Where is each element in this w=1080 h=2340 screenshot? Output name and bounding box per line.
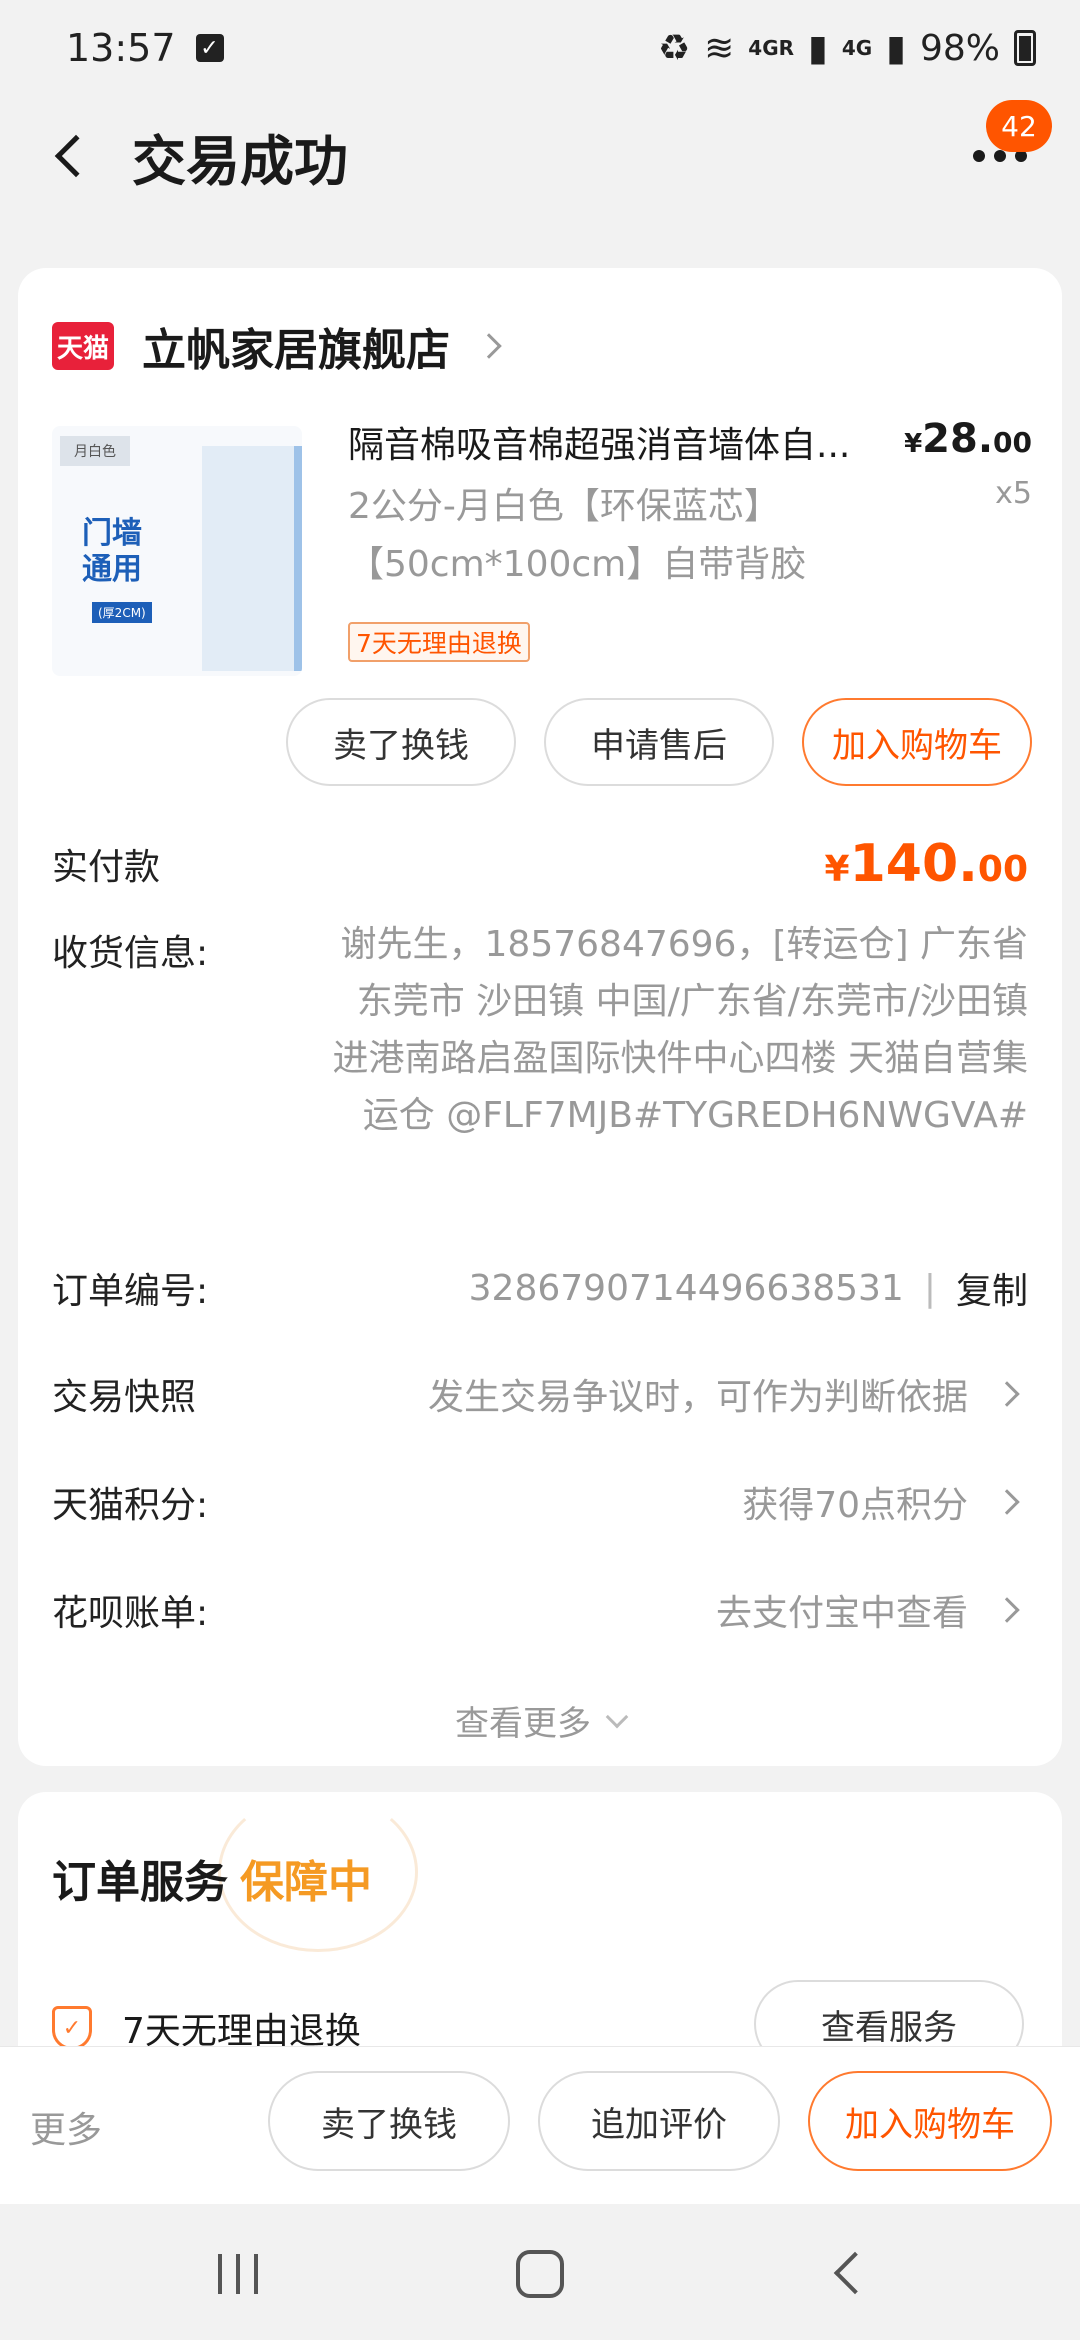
points-value: 获得70点积分 <box>742 1476 1028 1528</box>
more-dot <box>994 150 1006 162</box>
snapshot-row[interactable]: 交易快照 发生交易争议时，可作为判断依据 <box>52 1354 1028 1434</box>
page-title: 交易成功 <box>132 129 348 193</box>
huabei-value: 去支付宝中查看 <box>716 1584 1028 1636</box>
points-label: 天猫积分: <box>52 1485 209 1526</box>
chevron-right-icon <box>476 333 502 359</box>
price-yen: ¥ <box>904 429 923 459</box>
bottom-sell-button[interactable]: 卖了换钱 <box>268 2071 510 2171</box>
product-price: ¥28.00 <box>904 416 1032 462</box>
tmall-logo-icon: 天猫 <box>52 322 114 370</box>
snapshot-label: 交易快照 <box>52 1377 197 1418</box>
paid-int: 140. <box>849 834 978 894</box>
bottom-add-to-cart-button[interactable]: 加入购物车 <box>808 2071 1052 2171</box>
huabei-text: 去支付宝中查看 <box>715 1593 968 1634</box>
order-number-row: 订单编号: 3286790714496638531 | 复制 <box>52 1248 1028 1328</box>
recent-bar <box>218 2254 222 2294</box>
status-bar: 13:57 ✓ ♻ ≋ 4GR ▮ 4G ▮ 98% <box>0 0 1080 96</box>
product-spec: 2公分-月白色【环保蓝芯】【50cm*100cm】自带背胶 <box>348 486 807 585</box>
message-count-badge: 42 <box>986 100 1052 152</box>
service-status: 保障中 <box>240 1857 372 1908</box>
back-button[interactable] <box>20 106 120 206</box>
see-more-label: 查看更多 <box>455 1704 591 1744</box>
thumb-panel-image <box>202 446 302 671</box>
navbar: 交易成功 42 <box>0 96 1080 216</box>
system-back-button[interactable] <box>833 2251 877 2295</box>
order-card: 天猫 立帆家居旗舰店 月白色 门墙 通用 (厚2CM) 隔音棉吸音棉超强消音墙体… <box>18 268 1062 1766</box>
network-label-a: 4GR <box>748 36 795 60</box>
system-nav-bar <box>0 2204 1080 2340</box>
checkbox-notification-icon: ✓ <box>195 34 224 62</box>
recent-apps-button[interactable] <box>218 2254 258 2294</box>
snapshot-text: 发生交易争议时，可作为判断依据 <box>427 1377 968 1418</box>
after-sale-button[interactable]: 申请售后 <box>544 698 774 786</box>
chevron-right-icon <box>994 1489 1020 1515</box>
points-row[interactable]: 天猫积分: 获得70点积分 <box>52 1462 1028 1542</box>
paid-yen: ¥ <box>824 849 850 890</box>
shop-name: 立帆家居旗舰店 <box>142 325 450 376</box>
service-title: 订单服务 <box>52 1857 228 1908</box>
back-icon <box>54 134 98 178</box>
signal-icon-a: ▮ <box>808 27 828 69</box>
sell-button[interactable]: 卖了换钱 <box>286 698 516 786</box>
thumb-text: 门墙 通用 <box>82 516 142 587</box>
more-dots-icon <box>973 150 985 162</box>
recent-bar <box>236 2254 240 2294</box>
order-separator: | <box>923 1267 936 1309</box>
huabei-label: 花呗账单: <box>52 1593 209 1634</box>
see-more-button[interactable]: 查看更多 <box>18 1696 1062 1745</box>
order-number-label: 订单编号: <box>52 1271 209 1312</box>
signal-icon-b: ▮ <box>886 27 906 69</box>
battery-text: 98% <box>919 27 1000 69</box>
shipping-label: 收货信息: <box>52 933 209 974</box>
price-int: 28. <box>922 416 994 462</box>
product-title[interactable]: 隔音棉吸音棉超强消音墙体自... <box>348 416 868 468</box>
shipping-address: 谢先生，18576847696，[转运仓] 广东省 东莞市 沙田镇 中国/广东省… <box>332 924 1028 1136</box>
add-review-button[interactable]: 追加评价 <box>538 2071 780 2171</box>
product-thumbnail[interactable]: 月白色 门墙 通用 (厚2CM) <box>52 426 302 676</box>
home-button[interactable] <box>516 2250 564 2298</box>
order-number: 3286790714496638531 <box>468 1267 904 1309</box>
payment-label: 实付款 <box>52 847 161 888</box>
points-text: 获得70点积分 <box>742 1485 968 1526</box>
recycle-icon: ♻ <box>657 27 691 69</box>
huabei-row[interactable]: 花呗账单: 去支付宝中查看 <box>52 1570 1028 1650</box>
chevron-right-icon <box>994 1381 1020 1407</box>
snapshot-value: 发生交易争议时，可作为判断依据 <box>428 1368 1028 1420</box>
paid-amount: ¥140.00 <box>825 834 1028 894</box>
network-label-b: 4G <box>841 36 873 60</box>
bottom-action-bar: 更多 卖了换钱 追加评价 加入购物车 <box>0 2046 1080 2204</box>
status-icons: ♻ ≋ 4GR ▮ 4G ▮ 98% <box>658 28 1036 69</box>
price-cents: 00 <box>993 426 1032 459</box>
thumb-color-tag: 月白色 <box>60 436 130 466</box>
copy-order-button[interactable]: 复制 <box>956 1262 1028 1314</box>
paid-cents: 00 <box>977 849 1028 890</box>
return-policy-tag: 7天无理由退换 <box>348 622 530 662</box>
status-time: 13:57 <box>66 26 176 70</box>
chevron-down-icon <box>605 1705 629 1728</box>
order-number-value: 3286790714496638531 | 复制 <box>469 1262 1028 1314</box>
more-link[interactable]: 更多 <box>30 2101 102 2153</box>
wifi-icon: ≋ <box>704 27 735 69</box>
thumb-sub: (厚2CM) <box>92 602 152 623</box>
payment-row: 实付款 ¥140.00 <box>52 824 1028 904</box>
shield-check-icon: ✓ <box>52 2006 92 2050</box>
recent-bar <box>254 2254 258 2294</box>
product-quantity: x5 <box>995 476 1032 511</box>
battery-icon <box>1014 30 1036 66</box>
shop-link[interactable]: 天猫 立帆家居旗舰店 <box>52 316 502 376</box>
add-to-cart-button[interactable]: 加入购物车 <box>802 698 1032 786</box>
chevron-right-icon <box>994 1597 1020 1623</box>
